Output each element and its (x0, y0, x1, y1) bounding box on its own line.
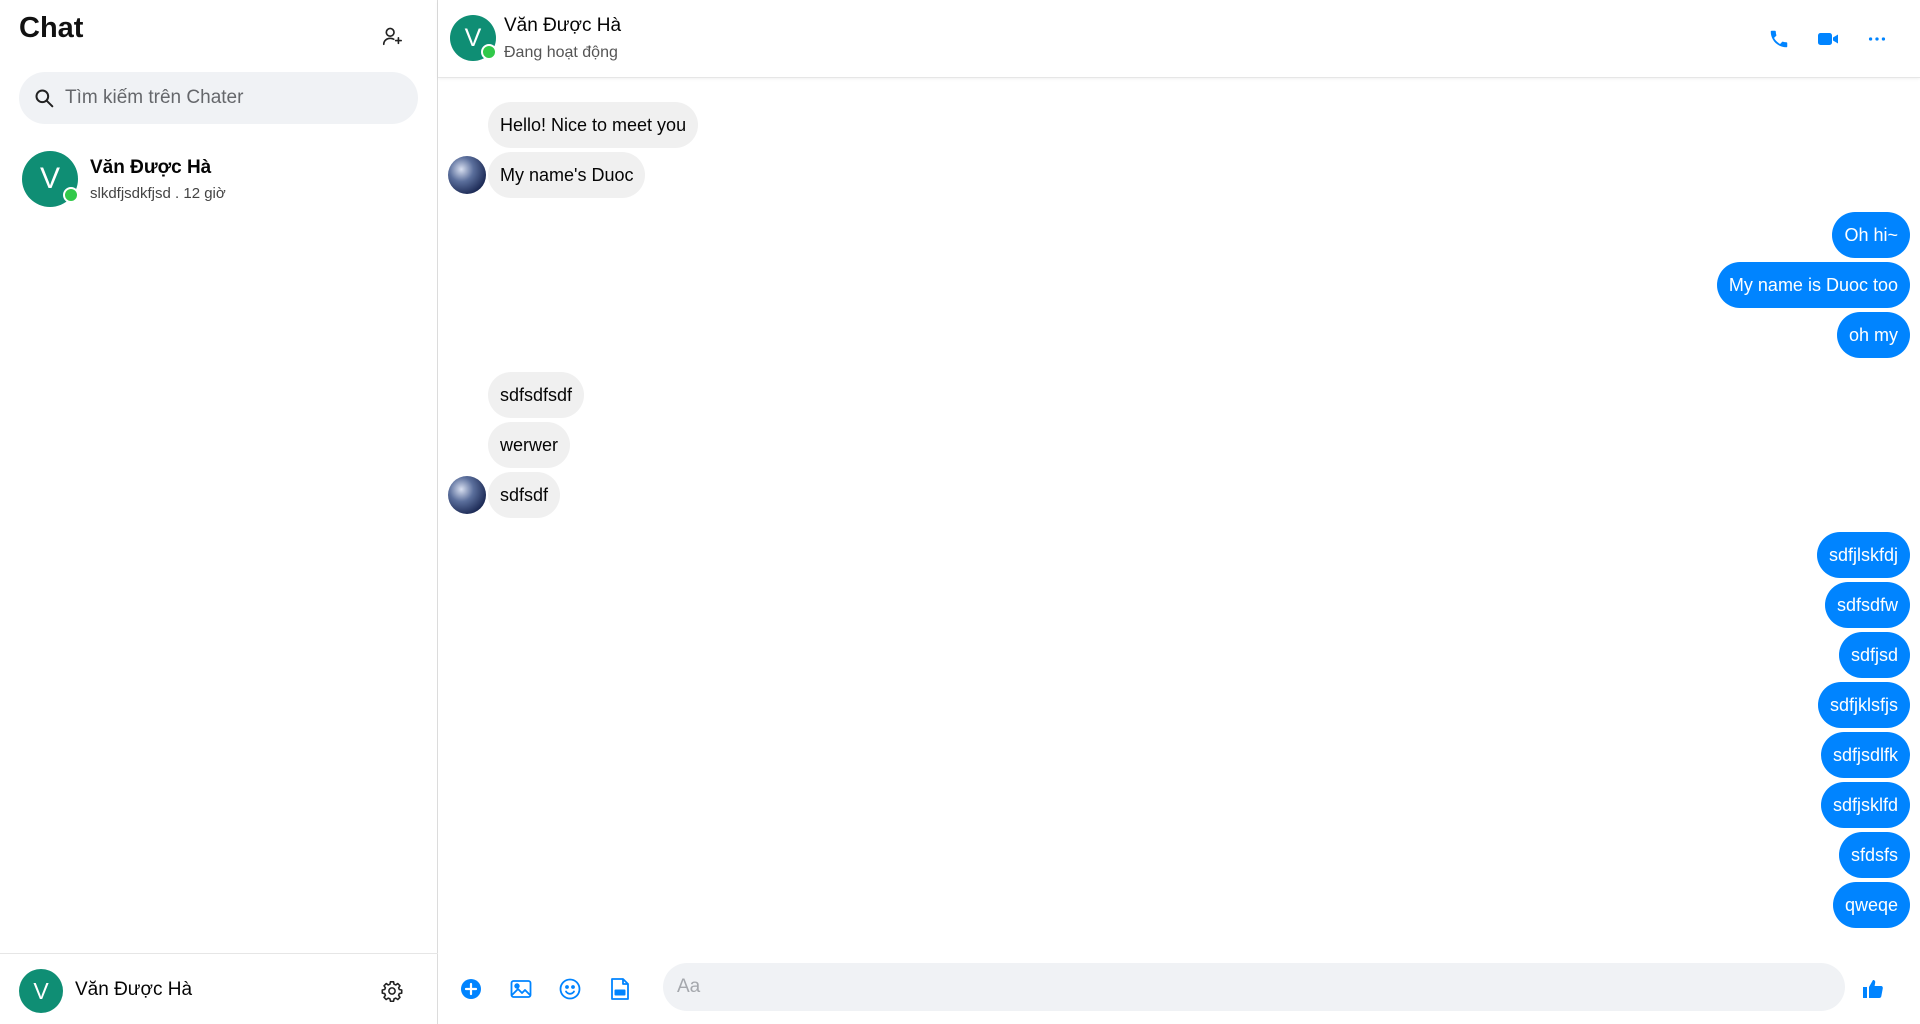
message-bubble-incoming[interactable]: sdfsdf (488, 472, 561, 518)
chat-panel: V Văn Được Hà Đang hoạt động Hello! Nice… (438, 0, 1920, 1024)
message-composer (438, 953, 1920, 1024)
add-user-button[interactable] (377, 21, 407, 51)
sidebar: Chat V Văn Được Hà slkdfjsd (0, 0, 438, 1024)
contact-name: Văn Được Hà (504, 15, 622, 36)
settings-button[interactable] (377, 976, 407, 1006)
my-name: Văn Được Hà (75, 979, 193, 1000)
message-bubble-outgoing[interactable]: sdfjsdlfk (1820, 732, 1910, 778)
send-image-button[interactable] (506, 974, 536, 1004)
message-bubble-incoming[interactable]: Hello! Nice to meet you (488, 102, 699, 148)
chat-app: Chat V Văn Được Hà slkdfjsd (0, 0, 1920, 1024)
message-bubble-incoming[interactable]: My name's Duoc (488, 152, 646, 198)
message-row-outgoing: sdfjsklfd (1820, 782, 1910, 828)
search-input[interactable] (65, 87, 405, 109)
message-bubble-incoming[interactable]: werwer (488, 422, 571, 468)
message-bubble-outgoing[interactable]: Oh hi~ (1832, 212, 1910, 258)
video-call-button[interactable] (1813, 24, 1843, 54)
online-indicator (481, 44, 497, 60)
sidebar-header: Chat (0, 0, 438, 66)
sidebar-footer: V Văn Được Hà (0, 953, 438, 1024)
message-bubble-outgoing[interactable]: qweqe (1832, 882, 1910, 928)
sender-avatar[interactable] (448, 156, 486, 194)
message-bubble-outgoing[interactable]: sdfjsklfd (1820, 782, 1910, 828)
gear-icon (381, 981, 403, 1002)
message-row-outgoing: My name is Duoc too (1716, 262, 1910, 308)
plus-circle-icon (461, 979, 481, 999)
call-button[interactable] (1764, 24, 1794, 54)
message-bubble-outgoing[interactable]: My name is Duoc too (1716, 262, 1910, 308)
contact-status: Đang hoạt động (504, 44, 618, 61)
sender-avatar[interactable] (448, 476, 486, 514)
add-user-icon (382, 27, 402, 46)
message-row-outgoing: sdfjsd (1838, 632, 1910, 678)
message-row-outgoing: qweqe (1832, 882, 1910, 928)
search-box[interactable] (19, 72, 418, 124)
message-row-outgoing: Oh hi~ (1832, 212, 1910, 258)
image-icon (510, 980, 532, 998)
message-row-outgoing: sfdsfs (1838, 832, 1910, 878)
add-attachment-button[interactable] (456, 974, 486, 1004)
send-gif-button[interactable] (605, 974, 635, 1004)
message-row-outgoing: sdfjlskfdj (1816, 532, 1910, 578)
message-bubble-outgoing[interactable]: sdfjlskfdj (1816, 532, 1910, 578)
conversation-name: Văn Được Hà (90, 157, 212, 178)
message-row-incoming: My name's Duoc (488, 152, 646, 198)
emoji-icon (559, 978, 581, 1000)
search-icon (31, 85, 57, 111)
message-bubble-outgoing[interactable]: sfdsfs (1838, 832, 1910, 878)
message-row-incoming: sdfsdf (488, 472, 561, 518)
phone-icon (1770, 30, 1788, 48)
app-title: Chat (19, 12, 84, 44)
chat-header: V Văn Được Hà Đang hoạt động (438, 0, 1920, 78)
message-bubble-incoming[interactable]: sdfsdfsdf (488, 372, 585, 418)
conversation-preview: slkdfjsdkfjsd . 12 giờ (90, 185, 226, 202)
online-indicator (63, 187, 79, 203)
message-bubble-outgoing[interactable]: sdfjklsfjs (1817, 682, 1910, 728)
message-input[interactable] (663, 963, 1845, 1011)
my-avatar[interactable]: V (19, 969, 63, 1013)
like-button[interactable] (1858, 974, 1888, 1004)
message-row-outgoing: oh my (1836, 312, 1910, 358)
message-list: Hello! Nice to meet you My name's Duoc O… (438, 80, 1920, 950)
message-bubble-outgoing[interactable]: sdfsdfw (1824, 582, 1910, 628)
more-options-button[interactable] (1862, 24, 1892, 54)
more-dots-icon (1868, 37, 1886, 41)
message-row-outgoing: sdfsdfw (1824, 582, 1910, 628)
conversation-item[interactable]: V Văn Được Hà slkdfjsdkfjsd . 12 giờ (8, 140, 430, 216)
message-bubble-outgoing[interactable]: oh my (1836, 312, 1910, 358)
gif-file-icon (611, 978, 629, 1000)
emoji-button[interactable] (555, 974, 585, 1004)
message-row-incoming: sdfsdfsdf (488, 372, 585, 418)
message-row-incoming: werwer (488, 422, 571, 468)
message-row-outgoing: sdfjklsfjs (1817, 682, 1910, 728)
message-row-incoming: Hello! Nice to meet you (488, 102, 699, 148)
thumbs-up-icon (1863, 980, 1883, 998)
message-row-outgoing: sdfjsdlfk (1820, 732, 1910, 778)
video-camera-icon (1818, 33, 1838, 45)
message-bubble-outgoing[interactable]: sdfjsd (1838, 632, 1910, 678)
